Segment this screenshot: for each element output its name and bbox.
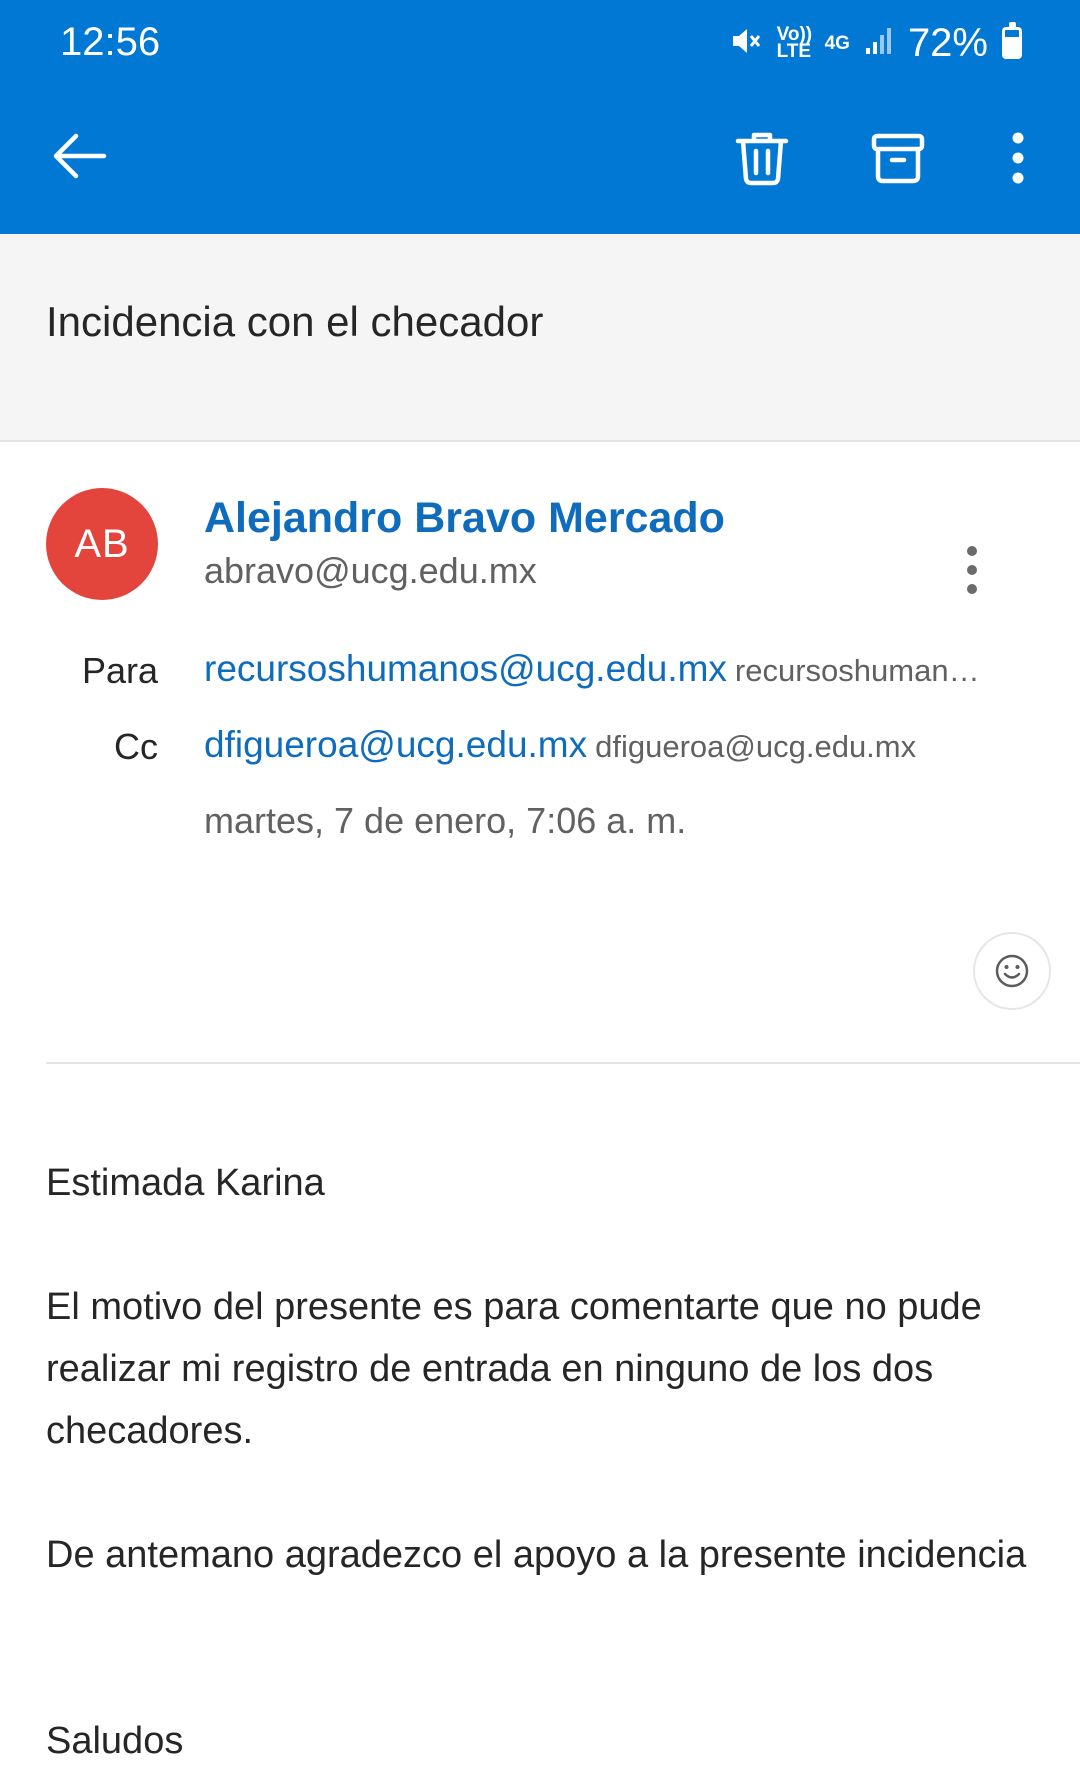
cc-email-link[interactable]: dfigueroa@ucg.edu.mx: [204, 724, 587, 765]
to-recipient: recursoshumanos@ucg.edu.mx recursoshuman…: [204, 648, 1034, 690]
to-label: Para: [81, 650, 158, 691]
back-arrow-icon: [53, 133, 107, 179]
battery-icon: [1002, 22, 1022, 59]
email-subject: Incidencia con el checador: [46, 298, 544, 345]
status-time: 12:56: [60, 20, 161, 64]
status-icons: Vo)) LTE 4G 72%: [729, 18, 1022, 68]
avatar[interactable]: AB: [46, 488, 158, 600]
battery-percent: 72%: [907, 20, 988, 65]
delete-button[interactable]: [722, 118, 802, 198]
more-options-button[interactable]: [988, 118, 1048, 198]
signal-icon: [864, 26, 894, 61]
to-email-link[interactable]: recursoshumanos@ucg.edu.mx: [204, 648, 727, 689]
message-more-button[interactable]: [950, 540, 994, 600]
trash-icon: [735, 132, 789, 186]
body-closing: Saludos: [46, 1720, 184, 1762]
smiley-icon: [995, 954, 1029, 988]
body-greeting: Estimada Karina: [46, 1162, 325, 1204]
back-button[interactable]: [38, 118, 122, 194]
divider: [46, 1062, 1080, 1064]
to-name: recursoshuman…: [734, 653, 980, 688]
body-paragraph: De antemano agradezco el apoyo a la pres…: [46, 1534, 1027, 1576]
sender-email: abravo@ucg.edu.mx: [204, 550, 537, 591]
4g-icon: 4G: [824, 32, 850, 54]
email-date: martes, 7 de enero, 7:06 a. m.: [204, 800, 687, 841]
cc-label: Cc: [114, 726, 158, 767]
cc-recipient: dfigueroa@ucg.edu.mx dfigueroa@ucg.edu.mx: [204, 724, 1034, 766]
volte-icon: Vo)) LTE: [776, 24, 813, 62]
reaction-button[interactable]: [973, 932, 1051, 1010]
archive-icon: [871, 133, 925, 184]
more-vertical-icon: [1012, 132, 1024, 184]
archive-button[interactable]: [858, 118, 938, 198]
subject-bar: Incidencia con el checador: [0, 234, 1080, 442]
mute-icon: [729, 24, 763, 63]
cc-name: dfigueroa@ucg.edu.mx: [595, 729, 917, 764]
more-vertical-icon: [967, 546, 977, 594]
body-paragraph: El motivo del presente es para comentart…: [46, 1286, 982, 1452]
sender-name[interactable]: Alejandro Bravo Mercado: [204, 494, 725, 543]
app-bar: 12:56 Vo)) LTE 4G 72%: [0, 0, 1080, 234]
